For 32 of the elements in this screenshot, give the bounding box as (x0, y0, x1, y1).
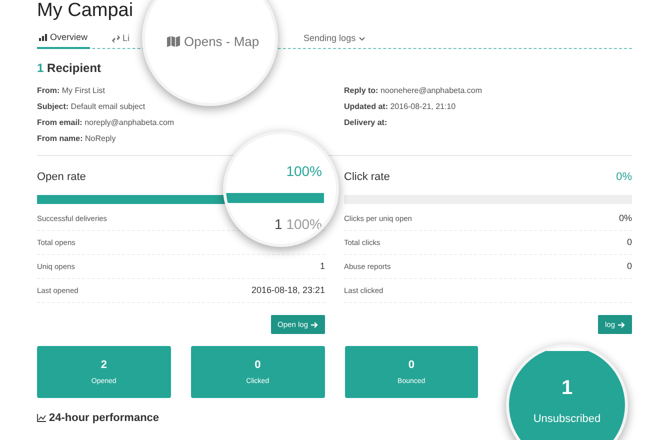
stat-value: 0% (618, 212, 632, 225)
detail-line: Updated at: 2016-08-21, 21:10 (344, 101, 457, 113)
stat-value: 0 (626, 260, 632, 273)
map-icon (167, 36, 180, 48)
stat-value: 1 100% (274, 215, 322, 234)
link-icon (112, 34, 120, 42)
tab[interactable]: Overview (37, 28, 90, 48)
recipient-heading: 1 Recipient (37, 60, 102, 77)
detail-line: From name: NoReply (37, 133, 117, 145)
page-title: My Campai (37, 0, 134, 22)
stat-tile: 1 Unsubscribed (509, 351, 625, 440)
detail-line: Delivery at: (344, 117, 388, 129)
arrow-right-icon (311, 322, 318, 328)
rate-percent: 0% (616, 170, 632, 185)
detail-line: Reply to: noonehere@anphabeta.com (344, 85, 483, 97)
tab[interactable]: Opens - Map (167, 32, 260, 52)
section-heading: 24-hour performance (49, 411, 160, 426)
tab[interactable]: Sending logs (302, 28, 367, 48)
bar-chart-icon (39, 34, 47, 41)
rate-title: Open rate (37, 170, 86, 185)
detail-line: From email: noreply@anphabeta.com (37, 117, 176, 129)
caret-icon (358, 36, 365, 40)
detail-line: Subject: Default email subject (37, 101, 146, 113)
arrow-right-icon (618, 322, 625, 328)
stat-value: 1 (320, 260, 325, 273)
rate-title: Click rate (344, 170, 390, 185)
tab[interactable]: Li (110, 28, 132, 48)
line-chart-icon (37, 414, 46, 422)
rate-percent: 100% (286, 162, 322, 181)
stat-value: 0 (626, 236, 632, 249)
detail-line: From: My First List (37, 85, 106, 97)
stat-value: 2016-08-18, 23:21 (251, 284, 325, 297)
